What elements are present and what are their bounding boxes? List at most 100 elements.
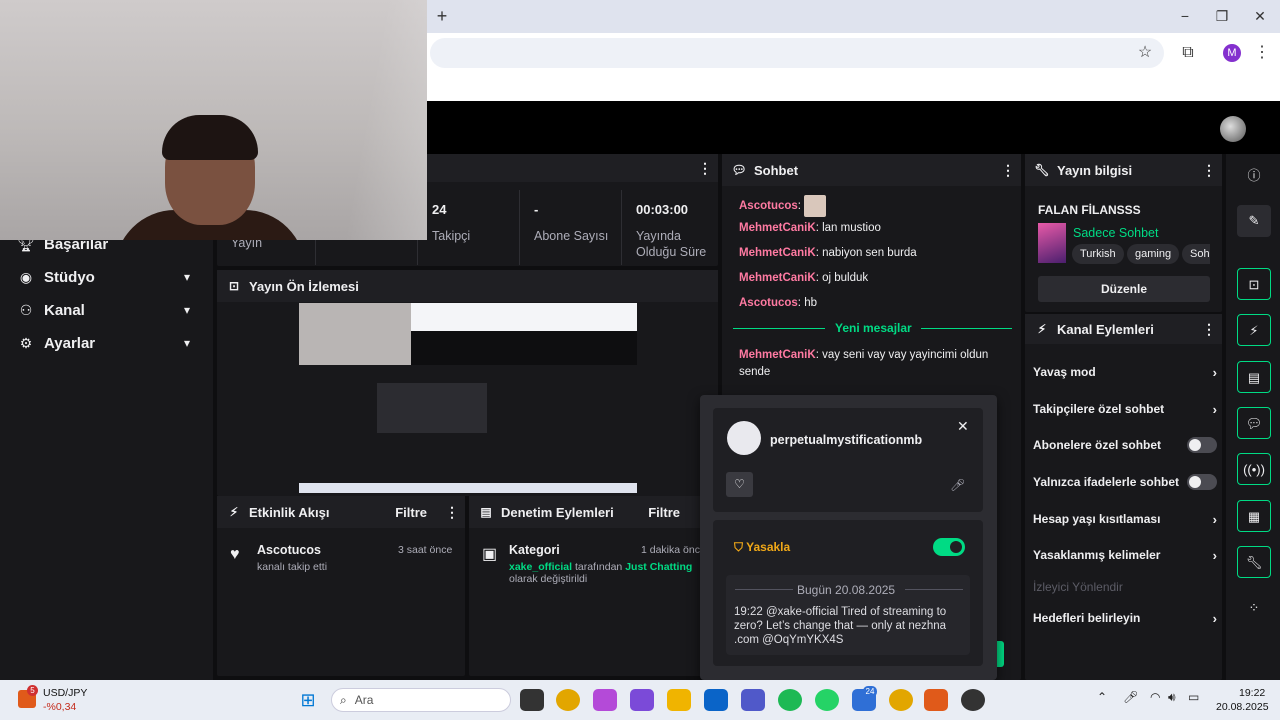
activity-user[interactable]: Ascotucos	[257, 543, 321, 557]
category-box-art[interactable]	[1038, 223, 1066, 263]
tag[interactable]: gaming	[1127, 244, 1180, 264]
sidebar-item-settings[interactable]: ⚙ Ayarlar ▾	[0, 327, 213, 359]
sidebar-item-studio[interactable]: ◉ Stüdyo ▾	[0, 261, 213, 293]
action-label: Hedefleri belirleyin	[1033, 611, 1141, 625]
windows-start-icon[interactable]: ⊞	[296, 689, 320, 711]
filter-button[interactable]: Filtre	[395, 505, 427, 520]
category-icon: ▣	[482, 546, 498, 563]
action-set-goals[interactable]: Hedefleri belirleyin ›	[1033, 608, 1217, 628]
more-icon[interactable]: ⋮	[1251, 42, 1273, 64]
action-banned-words[interactable]: Yasaklanmış kelimeler ›	[1033, 545, 1217, 565]
sidebar-item-channel[interactable]: ⚇ Kanal ▾	[0, 294, 213, 326]
maximize-button[interactable]: ❐	[1212, 6, 1232, 26]
teams-icon[interactable]	[741, 689, 765, 711]
video-icon[interactable]: ▦	[1237, 500, 1271, 532]
profile-avatar[interactable]: M	[1223, 44, 1241, 62]
user-avatar[interactable]	[727, 421, 761, 455]
lightning-icon[interactable]: ⚡︎	[1237, 314, 1271, 346]
game-icon[interactable]	[924, 689, 948, 711]
taskbar-search[interactable]: ⌕ Ara	[331, 688, 511, 712]
chat-username[interactable]: Ascotucos	[739, 297, 798, 309]
filter-button[interactable]: Filtre	[648, 505, 680, 520]
close-icon[interactable]: ✕	[957, 418, 969, 435]
edit-button[interactable]: Düzenle	[1038, 276, 1210, 302]
chevron-right-icon: ›	[1212, 364, 1217, 380]
heart-button[interactable]: ♡	[726, 472, 753, 497]
wrench-icon[interactable]: 🔧︎	[1237, 546, 1271, 578]
chat-username[interactable]: MehmetCaniK	[739, 247, 816, 259]
popup-username[interactable]: perpetualmystificationmb	[770, 433, 922, 447]
mic-off-icon[interactable]: 🎤︎	[950, 478, 965, 492]
emote-only-toggle[interactable]	[1187, 474, 1217, 490]
action-followers-only[interactable]: Takipçilere özel sohbet ›	[1033, 399, 1217, 419]
user-avatar[interactable]	[1220, 116, 1246, 142]
action-slow-mode[interactable]: Yavaş mod ›	[1033, 362, 1217, 382]
chat-icon: 💬︎	[731, 163, 747, 177]
wifi-icon[interactable]: ◠	[1150, 690, 1160, 704]
extensions-icon[interactable]: ⧉	[1177, 42, 1199, 64]
copilot-icon[interactable]	[593, 689, 617, 711]
document-icon[interactable]: ▤	[1237, 361, 1271, 393]
stat-uptime: 00:03:00 Yayında Olduğu Süre	[621, 190, 718, 265]
minimize-button[interactable]: −	[1175, 6, 1195, 26]
search-icon: ⌕	[340, 692, 347, 707]
action-label: Yasaklanmış kelimeler	[1033, 548, 1161, 562]
moderation-rest: olarak değiştirildi	[509, 573, 588, 585]
broadcast-icon[interactable]: ((•))	[1237, 453, 1271, 485]
new-tab-button[interactable]: +	[433, 6, 451, 26]
pencil-icon[interactable]: ✎	[1237, 205, 1271, 237]
task-view-icon[interactable]	[520, 689, 544, 711]
panel-title: Etkinlik Akışı	[249, 504, 330, 520]
chat-icon[interactable]: 💬︎	[1237, 407, 1271, 439]
more-icon[interactable]: ⋮	[1001, 162, 1015, 179]
whatsapp-icon[interactable]	[815, 689, 839, 711]
ban-toggle[interactable]	[933, 538, 965, 556]
clock-date[interactable]: 20.08.2025	[1216, 701, 1269, 713]
moderation-target[interactable]: Just Chatting	[625, 561, 692, 573]
panel-title: Kanal Eylemleri	[1057, 321, 1154, 337]
folder-icon[interactable]	[667, 689, 691, 711]
app-icon-2[interactable]	[961, 689, 985, 711]
moderation-mid: tarafından	[574, 561, 623, 573]
moderation-actor[interactable]: xake_official	[509, 561, 572, 573]
info-icon[interactable]: ⓘ	[1237, 160, 1271, 192]
more-icon[interactable]: ⋮	[1202, 321, 1216, 338]
ticker-symbol[interactable]: USD/JPY	[43, 687, 87, 699]
more-icon[interactable]: ⋮	[445, 504, 459, 521]
chat-username[interactable]: MehmetCaniK	[739, 272, 816, 284]
chat-username[interactable]: Ascotucos	[739, 200, 798, 212]
mail-icon[interactable]	[704, 689, 728, 711]
category-link[interactable]: Sadece Sohbet	[1073, 226, 1159, 240]
app-icon[interactable]	[630, 689, 654, 711]
clock-time[interactable]: 19:22	[1239, 687, 1265, 699]
history-divider	[735, 589, 793, 590]
stat-followers: 24 Takipçi	[417, 190, 519, 265]
apps-icon[interactable]: ⁘	[1237, 592, 1271, 624]
screen-icon[interactable]: ⊡	[1237, 268, 1271, 300]
chrome-profile-icon[interactable]	[889, 689, 913, 711]
action-subscribers-only: Abonelere özel sohbet	[1033, 435, 1217, 455]
chat-username[interactable]: MehmetCaniK	[739, 349, 816, 361]
spotify-icon[interactable]	[778, 689, 802, 711]
stream-preview-video[interactable]	[299, 303, 637, 493]
chevron-up-icon[interactable]: ⌃	[1097, 690, 1107, 704]
address-bar[interactable]	[430, 38, 1164, 68]
action-account-age[interactable]: Hesap yaşı kısıtlaması ›	[1033, 509, 1217, 529]
chrome-icon[interactable]	[556, 689, 580, 711]
chat-username[interactable]: MehmetCaniK	[739, 222, 816, 234]
preview-icon: ⊡	[228, 279, 240, 293]
close-window-button[interactable]: ✕	[1250, 6, 1270, 26]
action-label: Abonelere özel sohbet	[1033, 438, 1162, 452]
battery-icon[interactable]: ▭	[1188, 690, 1199, 704]
tag[interactable]: Turkish	[1072, 244, 1124, 264]
star-icon[interactable]: ☆	[1134, 42, 1156, 64]
mic-icon[interactable]: 🎤︎	[1123, 690, 1138, 704]
more-icon[interactable]: ⋮	[698, 160, 712, 177]
panel-title: Yayın bilgisi	[1057, 162, 1133, 178]
volume-icon[interactable]: 🔊︎	[1168, 690, 1176, 705]
more-icon[interactable]: ⋮	[1202, 162, 1216, 179]
chevron-right-icon: ›	[1212, 511, 1217, 527]
heart-icon: ♥	[230, 546, 240, 563]
tag[interactable]: Soh	[1182, 244, 1210, 264]
subscribers-only-toggle[interactable]	[1187, 437, 1217, 453]
